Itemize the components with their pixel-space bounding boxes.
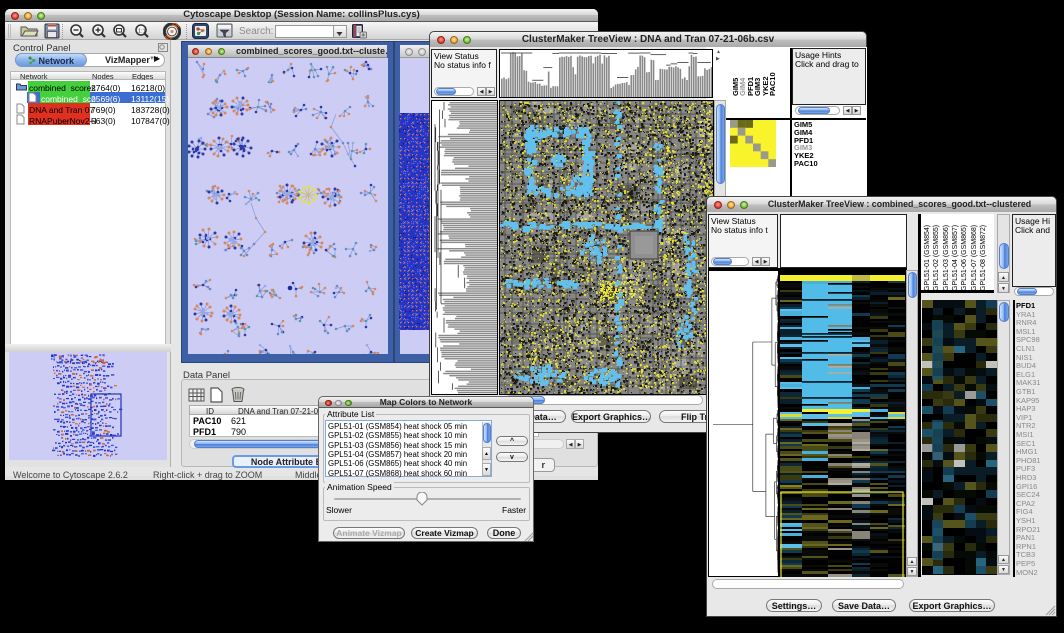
svg-text:1:1: 1:1 [138, 29, 146, 35]
